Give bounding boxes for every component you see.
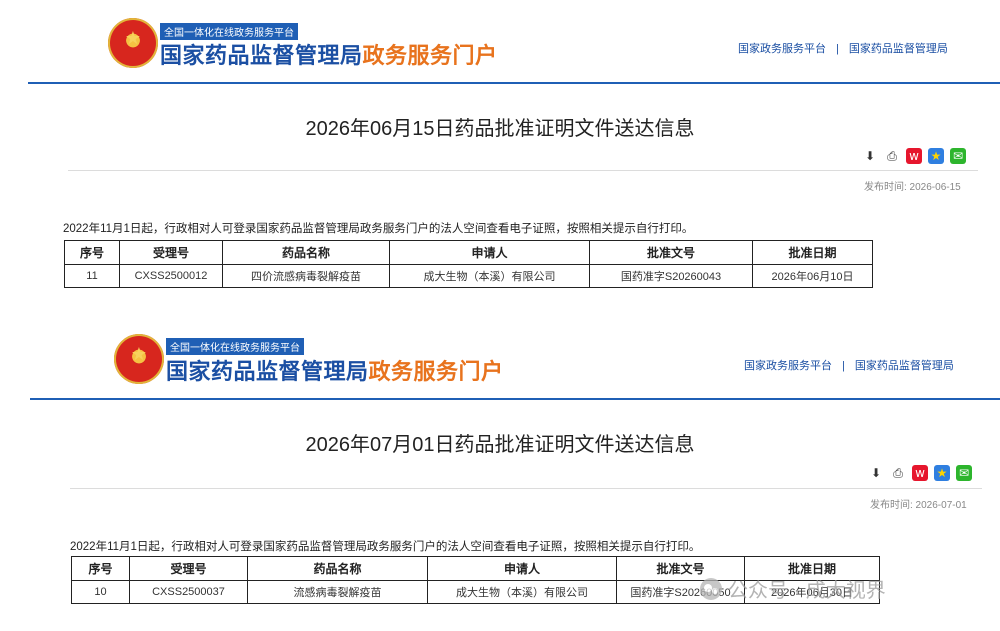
cell-applicant: 成大生物（本溪）有限公司 (427, 580, 617, 604)
download-icon[interactable]: ⬇ (862, 148, 878, 164)
link-nmpa[interactable]: 国家药品监督管理局 (849, 43, 948, 55)
weibo-icon[interactable]: w (912, 465, 928, 481)
table-row: 11 CXSS2500012 四价流感病毒裂解疫苗 成大生物（本溪）有限公司 国… (64, 264, 873, 288)
wechat-icon[interactable]: ✉ (956, 465, 972, 481)
favorite-star-icon[interactable]: ★ (928, 148, 944, 164)
watermark: 公众号 · 成大视界 (700, 574, 886, 603)
site-title-main: 国家药品监督管理局 (166, 359, 369, 384)
wechat-icon[interactable]: ✉ (950, 148, 966, 164)
cell-drug-name: 四价流感病毒裂解疫苗 (222, 264, 390, 288)
cell-acceptance-no: CXSS2500012 (119, 264, 223, 288)
header-divider (30, 398, 1000, 400)
site-title[interactable]: 国家药品监督管理局政务服务门户 (166, 354, 504, 386)
col-header-seq: 序号 (64, 240, 120, 265)
table-header-row: 序号 受理号 药品名称 申请人 批准文号 批准日期 (64, 240, 873, 265)
col-header-approval-no: 批准文号 (589, 240, 753, 265)
notice-text: 2022年11月1日起，行政相对人可登录国家药品监督管理局政务服务门户的法人空间… (70, 541, 701, 553)
title-divider (68, 170, 978, 171)
cell-acceptance-no: CXSS2500037 (129, 580, 248, 604)
cell-drug-name: 流感病毒裂解疫苗 (247, 580, 428, 604)
notice-text: 2022年11月1日起，行政相对人可登录国家药品监督管理局政务服务门户的法人空间… (63, 223, 694, 235)
title-divider (70, 488, 982, 489)
notice-panel-1: 全国一体化在线政务服务平台 国家药品监督管理局政务服务门户 国家政务服务平台|国… (0, 0, 1000, 320)
publish-date: 发布时间: 2026-06-15 (864, 182, 961, 193)
cell-seq: 11 (64, 264, 120, 288)
link-national-gov-service[interactable]: 国家政务服务平台 (738, 43, 826, 55)
wechat-official-account-icon (700, 577, 722, 600)
col-header-drug-name: 药品名称 (247, 556, 428, 581)
col-header-approval-date: 批准日期 (752, 240, 873, 265)
cell-seq: 10 (71, 580, 130, 604)
favorite-star-icon[interactable]: ★ (934, 465, 950, 481)
document-title: 2026年07月01日药品批准证明文件送达信息 (305, 434, 695, 456)
col-header-drug-name: 药品名称 (222, 240, 390, 265)
link-separator: | (842, 360, 845, 372)
site-title-sub: 政务服务门户 (362, 43, 498, 68)
approval-table: 序号 受理号 药品名称 申请人 批准文号 批准日期 11 CXSS2500012… (64, 240, 873, 288)
col-header-applicant: 申请人 (427, 556, 617, 581)
portal-header: 全国一体化在线政务服务平台 国家药品监督管理局政务服务门户 国家政务服务平台|国… (0, 0, 1000, 80)
portal-header: 全国一体化在线政务服务平台 国家药品监督管理局政务服务门户 国家政务服务平台|国… (0, 320, 1000, 400)
link-separator: | (836, 43, 839, 55)
col-header-seq: 序号 (71, 556, 130, 581)
national-emblem-icon (114, 334, 164, 384)
cell-approval-no: 国药准字S20260043 (589, 264, 753, 288)
document-title: 2026年06月15日药品批准证明文件送达信息 (305, 118, 695, 140)
link-nmpa[interactable]: 国家药品监督管理局 (855, 360, 954, 372)
platform-badge: 全国一体化在线政务服务平台 (166, 338, 304, 355)
print-icon[interactable]: ⎙ (890, 465, 906, 481)
site-title[interactable]: 国家药品监督管理局政务服务门户 (160, 38, 498, 70)
weibo-icon[interactable]: w (906, 148, 922, 164)
top-links: 国家政务服务平台 | 国家药品监督管理局 (738, 40, 948, 56)
national-emblem-icon (108, 18, 158, 68)
col-header-acceptance-no: 受理号 (129, 556, 248, 581)
cell-approval-date: 2026年06月10日 (752, 264, 873, 288)
col-header-acceptance-no: 受理号 (119, 240, 223, 265)
tool-icons: ⬇ ⎙ w ★ ✉ (862, 148, 966, 164)
tool-icons: ⬇ ⎙ w ★ ✉ (868, 465, 972, 481)
watermark-text: 公众号 · 成大视界 (728, 580, 886, 602)
col-header-applicant: 申请人 (389, 240, 590, 265)
publish-date: 发布时间: 2026-07-01 (870, 500, 967, 511)
cell-applicant: 成大生物（本溪）有限公司 (389, 264, 590, 288)
link-national-gov-service[interactable]: 国家政务服务平台 (744, 360, 832, 372)
download-icon[interactable]: ⬇ (868, 465, 884, 481)
print-icon[interactable]: ⎙ (884, 148, 900, 164)
site-title-sub: 政务服务门户 (368, 359, 504, 384)
header-divider (28, 82, 1000, 84)
site-title-main: 国家药品监督管理局 (160, 43, 363, 68)
top-links: 国家政务服务平台 | 国家药品监督管理局 (744, 357, 954, 373)
